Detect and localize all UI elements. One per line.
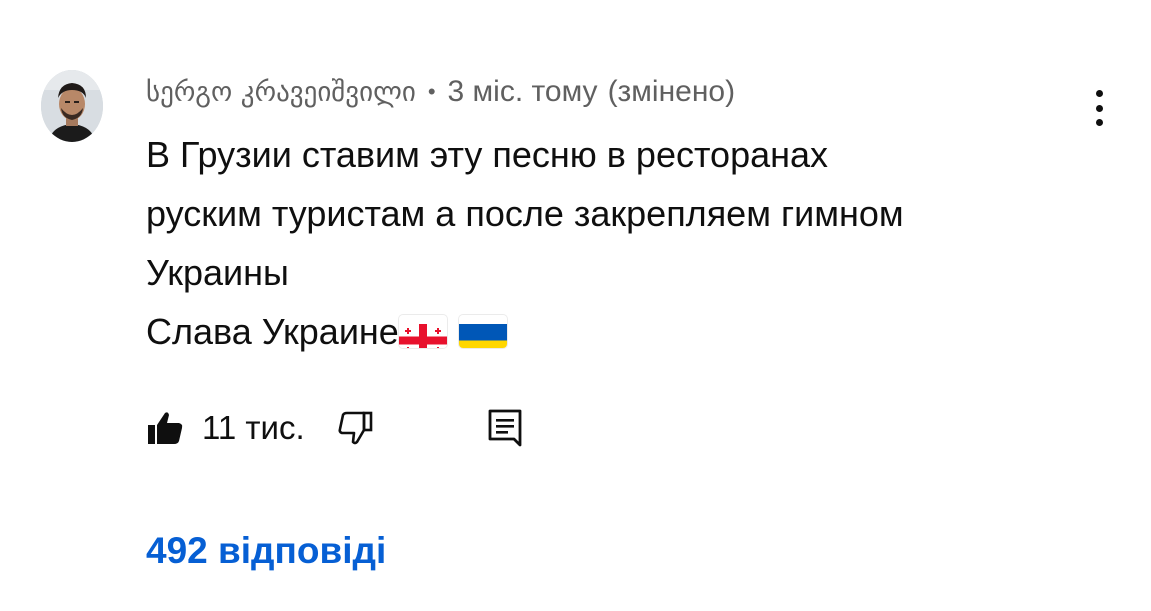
more-vertical-icon-dot — [1095, 104, 1103, 112]
more-vertical-icon — [1095, 90, 1103, 97]
flag-ukraine-icon — [458, 315, 507, 348]
comment-text-line: руским туристам а после закрепляем гимно… — [146, 193, 904, 234]
thumbs-down-outline-icon — [338, 411, 372, 445]
comment-text-line: В Грузии ставим эту песню в ресторанах — [146, 134, 829, 175]
like-count: 11 тис. — [202, 409, 305, 446]
flag-georgia-icon — [398, 315, 447, 348]
comment-text-line: Украины — [146, 252, 289, 293]
avatar[interactable] — [41, 70, 103, 142]
author-name[interactable]: სერგო კრავეიშვილი — [146, 77, 416, 108]
comment-text-last-line: Слава Украине — [146, 302, 1106, 361]
comment-timestamp[interactable]: 3 міс. тому — [448, 75, 598, 109]
comment-header: სერგო კრავეიშვილი • 3 міс. тому (змінено… — [146, 72, 735, 112]
view-replies-button[interactable]: 492 відповіді — [146, 530, 386, 572]
thumbs-up-filled-icon — [148, 412, 183, 444]
more-options-button[interactable] — [1082, 86, 1116, 130]
reply-button[interactable] — [487, 408, 523, 448]
like-button[interactable]: 11 тис. — [146, 409, 305, 447]
comment-actions: 11 тис. — [146, 402, 523, 454]
comment-text: В Грузии ставим эту песню в ресторанах р… — [146, 125, 1106, 361]
dislike-button[interactable] — [335, 410, 375, 446]
comment-thread: სერგო კრავეიშვილი • 3 міс. тому (змінено… — [0, 0, 1151, 611]
avatar-photo — [41, 70, 103, 142]
comment-text-line: Слава Украине — [146, 311, 399, 352]
meta-separator: • — [427, 79, 436, 104]
reply-comment-icon — [488, 409, 522, 447]
edited-label: (змінено) — [607, 75, 736, 108]
